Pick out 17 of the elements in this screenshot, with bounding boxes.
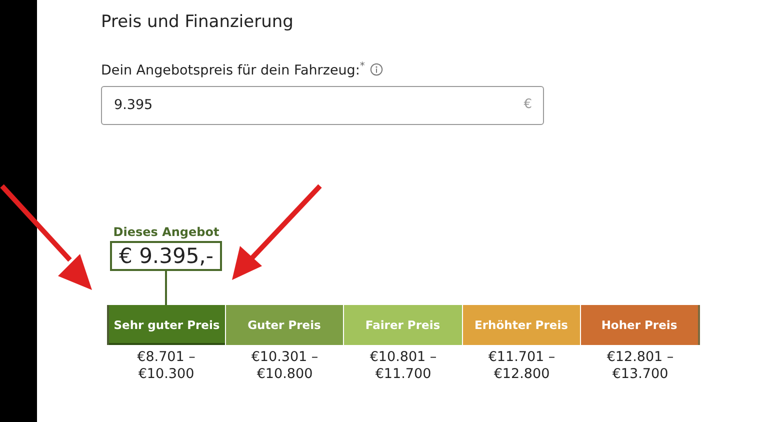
price-category-bar: Sehr guter Preis <box>107 304 226 344</box>
price-category-bar: Fairer Preis <box>344 304 462 344</box>
price-category-bar: Erhöhter Preis <box>462 304 581 344</box>
price-category-bar: Hoher Preis <box>581 304 700 344</box>
price-category-bar: Guter Preis <box>226 304 344 344</box>
currency-unit: € <box>524 96 532 112</box>
price-range-text: €12.801 – €13.700 <box>606 348 675 382</box>
offer-label: Dieses Angebot <box>113 224 220 238</box>
price-range-text: €10.801 – €11.700 <box>368 348 438 382</box>
offer-price-box: € 9.395,- <box>110 240 222 270</box>
section-title: Preis und Finanzierung <box>101 11 294 33</box>
price-range-text: €10.301 – €10.800 <box>250 348 320 382</box>
info-icon[interactable] <box>370 63 383 76</box>
marker-line <box>165 270 168 304</box>
price-range-text: €11.701 – €12.800 <box>487 348 556 382</box>
field-label: Dein Angebotspreis für dein Fahrzeug:$^{*}$ <box>101 61 365 78</box>
price-range-text: €8.701 – €10.300 <box>136 348 196 382</box>
